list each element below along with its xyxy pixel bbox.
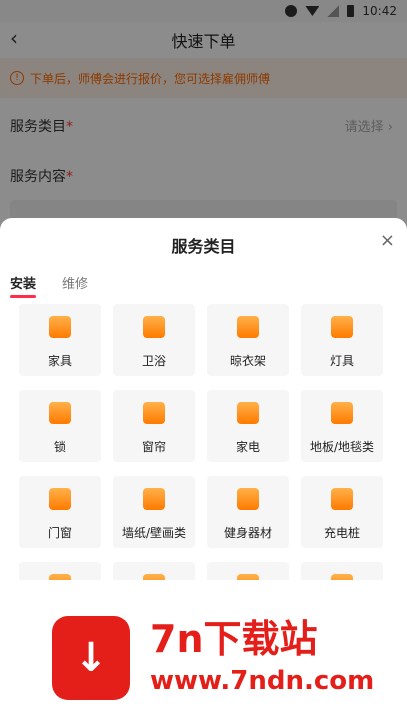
- tab-repair[interactable]: 维修: [62, 273, 88, 298]
- washing-machine-icon: [237, 402, 259, 424]
- service-item-charging-pile[interactable]: 充电桩: [301, 476, 383, 548]
- service-item-label: 健身器材: [223, 526, 272, 540]
- service-item-furniture[interactable]: 家具: [19, 304, 101, 376]
- service-item-label: 墙纸/壁画类: [121, 526, 187, 540]
- close-button[interactable]: ×: [380, 230, 395, 251]
- door-icon: [49, 488, 71, 510]
- service-item-label: 锁: [53, 440, 66, 454]
- tab-install[interactable]: 安装: [10, 273, 37, 298]
- service-item-bathroom[interactable]: 卫浴: [113, 304, 195, 376]
- treadmill-icon: [237, 488, 259, 510]
- service-item-curtain[interactable]: 窗帘: [113, 390, 195, 462]
- service-item-lock[interactable]: 锁: [19, 390, 101, 462]
- sheet-title: 服务类目: [171, 237, 236, 256]
- service-item-label: 门窗: [47, 526, 72, 540]
- service-item-label: 灯具: [329, 354, 354, 368]
- lock-icon: [49, 402, 71, 424]
- wallpaper-roll-icon: [143, 488, 165, 510]
- sofa-icon: [49, 316, 71, 338]
- toilet-icon: [143, 316, 165, 338]
- brand-text: 7n下载站: [150, 617, 318, 661]
- brand-domain: www.7ndn.com: [150, 666, 375, 696]
- download-logo: ↓: [52, 616, 130, 700]
- chandelier-icon: [331, 316, 353, 338]
- service-item-label: 卫浴: [141, 354, 166, 368]
- service-item-lighting[interactable]: 灯具: [301, 304, 383, 376]
- watermark-banner: ↓ 7n下载站 www.7ndn.com: [0, 580, 407, 725]
- service-item-fitness[interactable]: 健身器材: [207, 476, 289, 548]
- service-item-drying-rack[interactable]: 晾衣架: [207, 304, 289, 376]
- service-item-label: 地板/地毯类: [309, 440, 375, 454]
- service-item-appliance[interactable]: 家电: [207, 390, 289, 462]
- service-item-floor-carpet[interactable]: 地板/地毯类: [301, 390, 383, 462]
- service-item-label: 晾衣架: [229, 354, 266, 368]
- curtain-icon: [143, 402, 165, 424]
- download-arrow-icon: ↓: [74, 635, 108, 681]
- service-grid: 家具 卫浴 晾衣架 灯具 锁 窗帘 家电 地板/地毯类 门窗 墙纸/壁画类 健身…: [19, 304, 389, 592]
- drying-rack-icon: [237, 316, 259, 338]
- service-item-doors-windows[interactable]: 门窗: [19, 476, 101, 548]
- service-item-label: 充电桩: [323, 526, 360, 540]
- service-item-label: 窗帘: [141, 440, 166, 454]
- service-item-label: 家电: [235, 440, 260, 454]
- charger-icon: [331, 488, 353, 510]
- service-item-wallpaper[interactable]: 墙纸/壁画类: [113, 476, 195, 548]
- floor-tiles-icon: [331, 402, 353, 424]
- service-item-label: 家具: [47, 354, 72, 368]
- category-tabs: 安装 维修: [10, 273, 88, 298]
